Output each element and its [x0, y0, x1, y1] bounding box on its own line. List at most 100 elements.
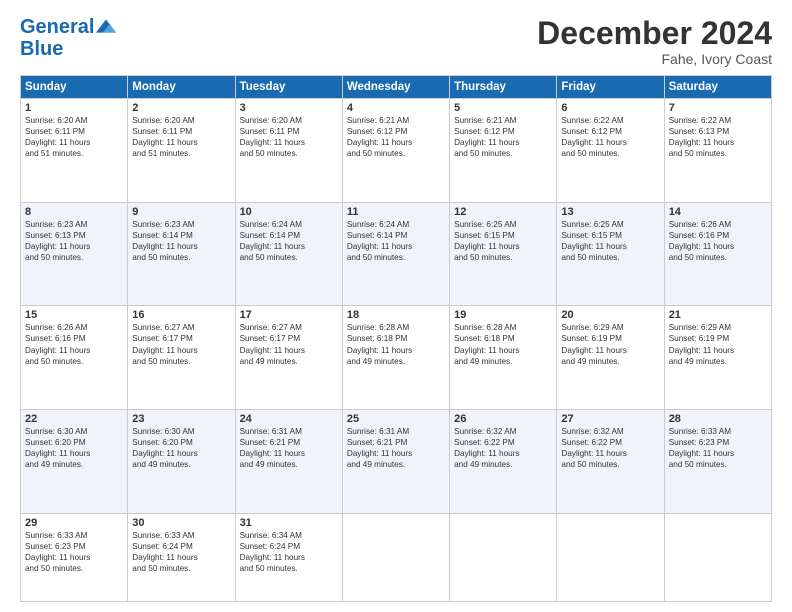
day-number: 4 — [347, 102, 445, 114]
calendar-cell: 30Sunrise: 6:33 AM Sunset: 6:24 PM Dayli… — [128, 513, 235, 601]
cell-content: Sunrise: 6:20 AM Sunset: 6:11 PM Dayligh… — [240, 115, 338, 159]
month-title: December 2024 — [537, 16, 772, 51]
day-number: 24 — [240, 413, 338, 425]
day-number: 22 — [25, 413, 123, 425]
day-number: 18 — [347, 309, 445, 321]
cell-content: Sunrise: 6:34 AM Sunset: 6:24 PM Dayligh… — [240, 530, 338, 574]
logo-text: General — [20, 16, 94, 38]
day-number: 9 — [132, 206, 230, 218]
calendar-week-row: 29Sunrise: 6:33 AM Sunset: 6:23 PM Dayli… — [21, 513, 772, 601]
calendar-cell: 31Sunrise: 6:34 AM Sunset: 6:24 PM Dayli… — [235, 513, 342, 601]
calendar-week-row: 8Sunrise: 6:23 AM Sunset: 6:13 PM Daylig… — [21, 202, 772, 306]
calendar-week-row: 22Sunrise: 6:30 AM Sunset: 6:20 PM Dayli… — [21, 409, 772, 513]
calendar-cell: 22Sunrise: 6:30 AM Sunset: 6:20 PM Dayli… — [21, 409, 128, 513]
weekday-header: Wednesday — [342, 76, 449, 99]
cell-content: Sunrise: 6:30 AM Sunset: 6:20 PM Dayligh… — [25, 426, 123, 470]
calendar-cell: 27Sunrise: 6:32 AM Sunset: 6:22 PM Dayli… — [557, 409, 664, 513]
day-number: 30 — [132, 517, 230, 529]
cell-content: Sunrise: 6:28 AM Sunset: 6:18 PM Dayligh… — [347, 322, 445, 366]
calendar-cell: 3Sunrise: 6:20 AM Sunset: 6:11 PM Daylig… — [235, 99, 342, 203]
logo-icon — [96, 19, 116, 33]
cell-content: Sunrise: 6:23 AM Sunset: 6:14 PM Dayligh… — [132, 219, 230, 263]
cell-content: Sunrise: 6:26 AM Sunset: 6:16 PM Dayligh… — [25, 322, 123, 366]
day-number: 6 — [561, 102, 659, 114]
day-number: 14 — [669, 206, 767, 218]
calendar-cell: 6Sunrise: 6:22 AM Sunset: 6:12 PM Daylig… — [557, 99, 664, 203]
title-block: December 2024 Fahe, Ivory Coast — [537, 16, 772, 67]
day-number: 3 — [240, 102, 338, 114]
cell-content: Sunrise: 6:20 AM Sunset: 6:11 PM Dayligh… — [132, 115, 230, 159]
weekday-header: Tuesday — [235, 76, 342, 99]
calendar-cell: 13Sunrise: 6:25 AM Sunset: 6:15 PM Dayli… — [557, 202, 664, 306]
calendar-cell: 11Sunrise: 6:24 AM Sunset: 6:14 PM Dayli… — [342, 202, 449, 306]
calendar-week-row: 15Sunrise: 6:26 AM Sunset: 6:16 PM Dayli… — [21, 306, 772, 410]
cell-content: Sunrise: 6:20 AM Sunset: 6:11 PM Dayligh… — [25, 115, 123, 159]
calendar-cell: 17Sunrise: 6:27 AM Sunset: 6:17 PM Dayli… — [235, 306, 342, 410]
calendar-cell: 10Sunrise: 6:24 AM Sunset: 6:14 PM Dayli… — [235, 202, 342, 306]
calendar-cell: 16Sunrise: 6:27 AM Sunset: 6:17 PM Dayli… — [128, 306, 235, 410]
calendar-cell — [557, 513, 664, 601]
calendar-cell: 18Sunrise: 6:28 AM Sunset: 6:18 PM Dayli… — [342, 306, 449, 410]
calendar-cell: 28Sunrise: 6:33 AM Sunset: 6:23 PM Dayli… — [664, 409, 771, 513]
weekday-header: Saturday — [664, 76, 771, 99]
day-number: 23 — [132, 413, 230, 425]
calendar-cell: 12Sunrise: 6:25 AM Sunset: 6:15 PM Dayli… — [450, 202, 557, 306]
day-number: 8 — [25, 206, 123, 218]
calendar-cell: 29Sunrise: 6:33 AM Sunset: 6:23 PM Dayli… — [21, 513, 128, 601]
day-number: 10 — [240, 206, 338, 218]
day-number: 21 — [669, 309, 767, 321]
day-number: 20 — [561, 309, 659, 321]
day-number: 2 — [132, 102, 230, 114]
cell-content: Sunrise: 6:33 AM Sunset: 6:23 PM Dayligh… — [25, 530, 123, 574]
calendar-cell: 5Sunrise: 6:21 AM Sunset: 6:12 PM Daylig… — [450, 99, 557, 203]
day-number: 11 — [347, 206, 445, 218]
cell-content: Sunrise: 6:33 AM Sunset: 6:23 PM Dayligh… — [669, 426, 767, 470]
cell-content: Sunrise: 6:22 AM Sunset: 6:12 PM Dayligh… — [561, 115, 659, 159]
cell-content: Sunrise: 6:21 AM Sunset: 6:12 PM Dayligh… — [347, 115, 445, 159]
day-number: 25 — [347, 413, 445, 425]
page: General Blue December 2024 Fahe, Ivory C… — [0, 0, 792, 612]
cell-content: Sunrise: 6:25 AM Sunset: 6:15 PM Dayligh… — [454, 219, 552, 263]
day-number: 17 — [240, 309, 338, 321]
day-number: 29 — [25, 517, 123, 529]
cell-content: Sunrise: 6:29 AM Sunset: 6:19 PM Dayligh… — [561, 322, 659, 366]
day-number: 13 — [561, 206, 659, 218]
cell-content: Sunrise: 6:23 AM Sunset: 6:13 PM Dayligh… — [25, 219, 123, 263]
cell-content: Sunrise: 6:26 AM Sunset: 6:16 PM Dayligh… — [669, 219, 767, 263]
day-number: 15 — [25, 309, 123, 321]
calendar-cell: 15Sunrise: 6:26 AM Sunset: 6:16 PM Dayli… — [21, 306, 128, 410]
calendar-cell: 21Sunrise: 6:29 AM Sunset: 6:19 PM Dayli… — [664, 306, 771, 410]
calendar-cell: 19Sunrise: 6:28 AM Sunset: 6:18 PM Dayli… — [450, 306, 557, 410]
day-number: 26 — [454, 413, 552, 425]
day-number: 27 — [561, 413, 659, 425]
cell-content: Sunrise: 6:24 AM Sunset: 6:14 PM Dayligh… — [240, 219, 338, 263]
day-number: 5 — [454, 102, 552, 114]
logo: General Blue — [20, 16, 116, 60]
location: Fahe, Ivory Coast — [537, 51, 772, 67]
day-number: 19 — [454, 309, 552, 321]
cell-content: Sunrise: 6:27 AM Sunset: 6:17 PM Dayligh… — [132, 322, 230, 366]
cell-content: Sunrise: 6:32 AM Sunset: 6:22 PM Dayligh… — [561, 426, 659, 470]
cell-content: Sunrise: 6:28 AM Sunset: 6:18 PM Dayligh… — [454, 322, 552, 366]
weekday-header: Friday — [557, 76, 664, 99]
calendar: SundayMondayTuesdayWednesdayThursdayFrid… — [20, 75, 772, 602]
calendar-cell: 25Sunrise: 6:31 AM Sunset: 6:21 PM Dayli… — [342, 409, 449, 513]
cell-content: Sunrise: 6:30 AM Sunset: 6:20 PM Dayligh… — [132, 426, 230, 470]
cell-content: Sunrise: 6:25 AM Sunset: 6:15 PM Dayligh… — [561, 219, 659, 263]
day-number: 1 — [25, 102, 123, 114]
calendar-cell: 23Sunrise: 6:30 AM Sunset: 6:20 PM Dayli… — [128, 409, 235, 513]
cell-content: Sunrise: 6:33 AM Sunset: 6:24 PM Dayligh… — [132, 530, 230, 574]
calendar-cell: 14Sunrise: 6:26 AM Sunset: 6:16 PM Dayli… — [664, 202, 771, 306]
cell-content: Sunrise: 6:31 AM Sunset: 6:21 PM Dayligh… — [240, 426, 338, 470]
calendar-cell — [342, 513, 449, 601]
calendar-cell: 4Sunrise: 6:21 AM Sunset: 6:12 PM Daylig… — [342, 99, 449, 203]
calendar-cell — [664, 513, 771, 601]
cell-content: Sunrise: 6:21 AM Sunset: 6:12 PM Dayligh… — [454, 115, 552, 159]
day-number: 12 — [454, 206, 552, 218]
cell-content: Sunrise: 6:24 AM Sunset: 6:14 PM Dayligh… — [347, 219, 445, 263]
calendar-cell: 9Sunrise: 6:23 AM Sunset: 6:14 PM Daylig… — [128, 202, 235, 306]
calendar-header-row: SundayMondayTuesdayWednesdayThursdayFrid… — [21, 76, 772, 99]
logo-text2: Blue — [20, 38, 63, 60]
calendar-cell: 7Sunrise: 6:22 AM Sunset: 6:13 PM Daylig… — [664, 99, 771, 203]
cell-content: Sunrise: 6:32 AM Sunset: 6:22 PM Dayligh… — [454, 426, 552, 470]
